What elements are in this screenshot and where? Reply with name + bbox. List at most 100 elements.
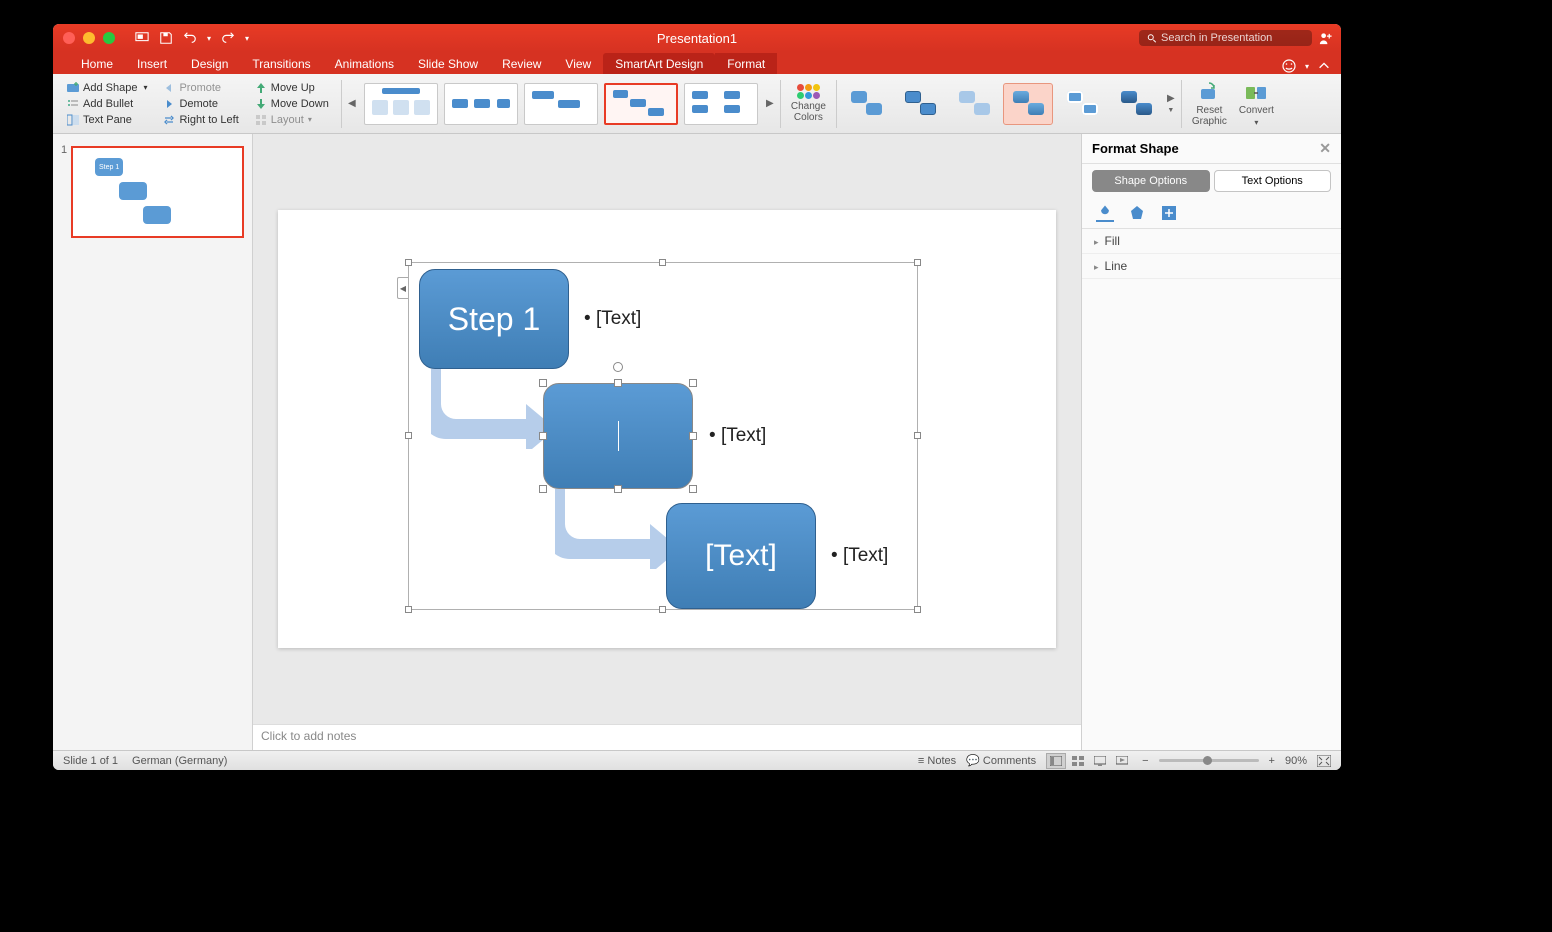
qat-customize-icon[interactable]: ▾ xyxy=(245,34,249,43)
bullet-3[interactable]: • [Text] xyxy=(831,545,888,567)
layout-thumb-2[interactable] xyxy=(444,83,518,125)
language-label[interactable]: German (Germany) xyxy=(132,755,227,767)
zoom-level[interactable]: 90% xyxy=(1285,755,1307,767)
move-up-button[interactable]: Move Up xyxy=(253,81,331,95)
normal-view-icon[interactable] xyxy=(1046,753,1066,769)
style-thumb-1[interactable] xyxy=(841,83,891,125)
convert-icon xyxy=(1244,81,1268,103)
collapse-ribbon-icon[interactable] xyxy=(1317,59,1331,73)
smartart-step-1[interactable]: Step 1 xyxy=(419,269,569,369)
style-thumb-2[interactable] xyxy=(895,83,945,125)
style-thumb-5[interactable] xyxy=(1057,83,1107,125)
status-bar: Slide 1 of 1 German (Germany) ≡ Notes 💬 … xyxy=(53,750,1341,770)
style-thumb-6[interactable] xyxy=(1111,83,1161,125)
slide-canvas[interactable]: ◀ Step 1 • [Text] xyxy=(278,210,1056,648)
layout-prev-icon[interactable]: ◀ xyxy=(346,84,358,124)
zoom-out-icon[interactable]: − xyxy=(1142,755,1148,767)
undo-dropdown-icon[interactable]: ▾ xyxy=(207,34,211,43)
close-pane-icon[interactable]: ✕ xyxy=(1319,140,1331,157)
demote-button[interactable]: Demote xyxy=(161,97,240,111)
reading-view-icon[interactable] xyxy=(1090,753,1110,769)
slide-counter[interactable]: Slide 1 of 1 xyxy=(63,755,118,767)
promote-button[interactable]: Promote xyxy=(161,81,240,95)
undo-icon[interactable] xyxy=(183,31,197,45)
style-more-icon[interactable]: ▶▼ xyxy=(1165,84,1177,124)
ribbon: Add Shape▾ Add Bullet Text Pane Promote … xyxy=(53,74,1341,134)
layout-gallery: ◀ ▶ xyxy=(346,83,776,125)
style-thumb-3[interactable] xyxy=(949,83,999,125)
slide-thumbnail-1[interactable]: Step 1 xyxy=(71,146,244,238)
quick-access-toolbar: ▾ ▾ xyxy=(135,31,249,45)
save-icon[interactable] xyxy=(159,31,173,45)
layout-thumb-5[interactable] xyxy=(684,83,758,125)
window-controls xyxy=(63,32,115,44)
format-pane-title: Format Shape xyxy=(1092,141,1179,156)
style-gallery: ▶▼ xyxy=(841,83,1177,125)
maximize-button[interactable] xyxy=(103,32,115,44)
text-options-tab[interactable]: Text Options xyxy=(1214,170,1332,192)
fit-window-icon[interactable] xyxy=(1317,755,1331,767)
tab-home[interactable]: Home xyxy=(69,53,125,74)
layout-thumb-3[interactable] xyxy=(524,83,598,125)
sorter-view-icon[interactable] xyxy=(1068,753,1088,769)
search-box[interactable] xyxy=(1139,30,1312,46)
minimize-button[interactable] xyxy=(83,32,95,44)
effects-icon[interactable] xyxy=(1128,204,1146,222)
tab-smartart-design[interactable]: SmartArt Design xyxy=(603,53,715,74)
bullet-1[interactable]: • [Text] xyxy=(584,308,641,330)
tab-transitions[interactable]: Transitions xyxy=(240,53,322,74)
main-area: 1 Step 1 ◀ Step xyxy=(53,134,1341,750)
notes-toggle[interactable]: ≡ Notes xyxy=(918,755,956,767)
layout-button[interactable]: Layout▾ xyxy=(253,113,331,127)
ribbon-tabs: Home Insert Design Transitions Animation… xyxy=(53,52,1341,74)
notes-input[interactable]: Click to add notes xyxy=(253,724,1081,750)
change-colors-button[interactable]: Change Colors xyxy=(785,84,832,123)
feedback-icon[interactable] xyxy=(1281,58,1297,74)
reset-graphic-button[interactable]: Reset Graphic xyxy=(1186,81,1233,127)
slideshow-view-icon[interactable] xyxy=(1112,753,1132,769)
zoom-in-icon[interactable]: + xyxy=(1269,755,1275,767)
tab-format[interactable]: Format xyxy=(715,53,777,74)
tab-view[interactable]: View xyxy=(553,53,603,74)
layout-thumb-4[interactable] xyxy=(604,83,678,125)
presenter-view-icon[interactable] xyxy=(135,31,149,45)
redo-icon[interactable] xyxy=(221,31,235,45)
shape-options-tab[interactable]: Shape Options xyxy=(1092,170,1210,192)
zoom-slider[interactable] xyxy=(1159,759,1259,762)
rtl-button[interactable]: Right to Left xyxy=(161,113,240,127)
layout-next-icon[interactable]: ▶ xyxy=(764,84,776,124)
text-cursor-icon xyxy=(618,421,619,451)
feedback-dropdown-icon[interactable]: ▾ xyxy=(1305,62,1309,71)
canvas-area: ◀ Step 1 • [Text] xyxy=(253,134,1081,750)
titlebar: ▾ ▾ Presentation1 xyxy=(53,24,1341,52)
tab-design[interactable]: Design xyxy=(179,53,240,74)
rotation-handle-icon[interactable] xyxy=(613,362,623,372)
fill-line-icon[interactable] xyxy=(1096,204,1114,222)
powerpoint-window: ▾ ▾ Presentation1 Home Insert Design Tra… xyxy=(53,24,1341,770)
add-bullet-button[interactable]: Add Bullet xyxy=(65,97,149,111)
layout-thumb-1[interactable] xyxy=(364,83,438,125)
slide-thumbnails-pane: 1 Step 1 xyxy=(53,134,253,750)
smartart-step-2-editing[interactable] xyxy=(543,383,693,489)
search-input[interactable] xyxy=(1161,32,1304,44)
add-shape-button[interactable]: Add Shape▾ xyxy=(65,81,149,95)
tab-review[interactable]: Review xyxy=(490,53,553,74)
smartart-step-3[interactable]: [Text] xyxy=(666,503,816,609)
tab-insert[interactable]: Insert xyxy=(125,53,179,74)
style-thumb-4[interactable] xyxy=(1003,83,1053,125)
convert-button[interactable]: Convert▾ xyxy=(1233,81,1280,127)
size-properties-icon[interactable] xyxy=(1160,204,1178,222)
share-icon[interactable] xyxy=(1318,31,1333,46)
text-pane-button[interactable]: Text Pane xyxy=(65,113,149,127)
smartart-selection-frame[interactable]: ◀ Step 1 • [Text] xyxy=(408,262,918,610)
color-swatch-icon xyxy=(797,84,820,99)
tab-slideshow[interactable]: Slide Show xyxy=(406,53,490,74)
comments-toggle[interactable]: 💬 Comments xyxy=(966,754,1036,767)
fill-section[interactable]: Fill xyxy=(1082,229,1341,254)
text-pane-toggle-icon[interactable]: ◀ xyxy=(397,277,408,299)
bullet-2[interactable]: • [Text] xyxy=(709,425,766,447)
tab-animations[interactable]: Animations xyxy=(323,53,406,74)
close-button[interactable] xyxy=(63,32,75,44)
line-section[interactable]: Line xyxy=(1082,254,1341,279)
move-down-button[interactable]: Move Down xyxy=(253,97,331,111)
